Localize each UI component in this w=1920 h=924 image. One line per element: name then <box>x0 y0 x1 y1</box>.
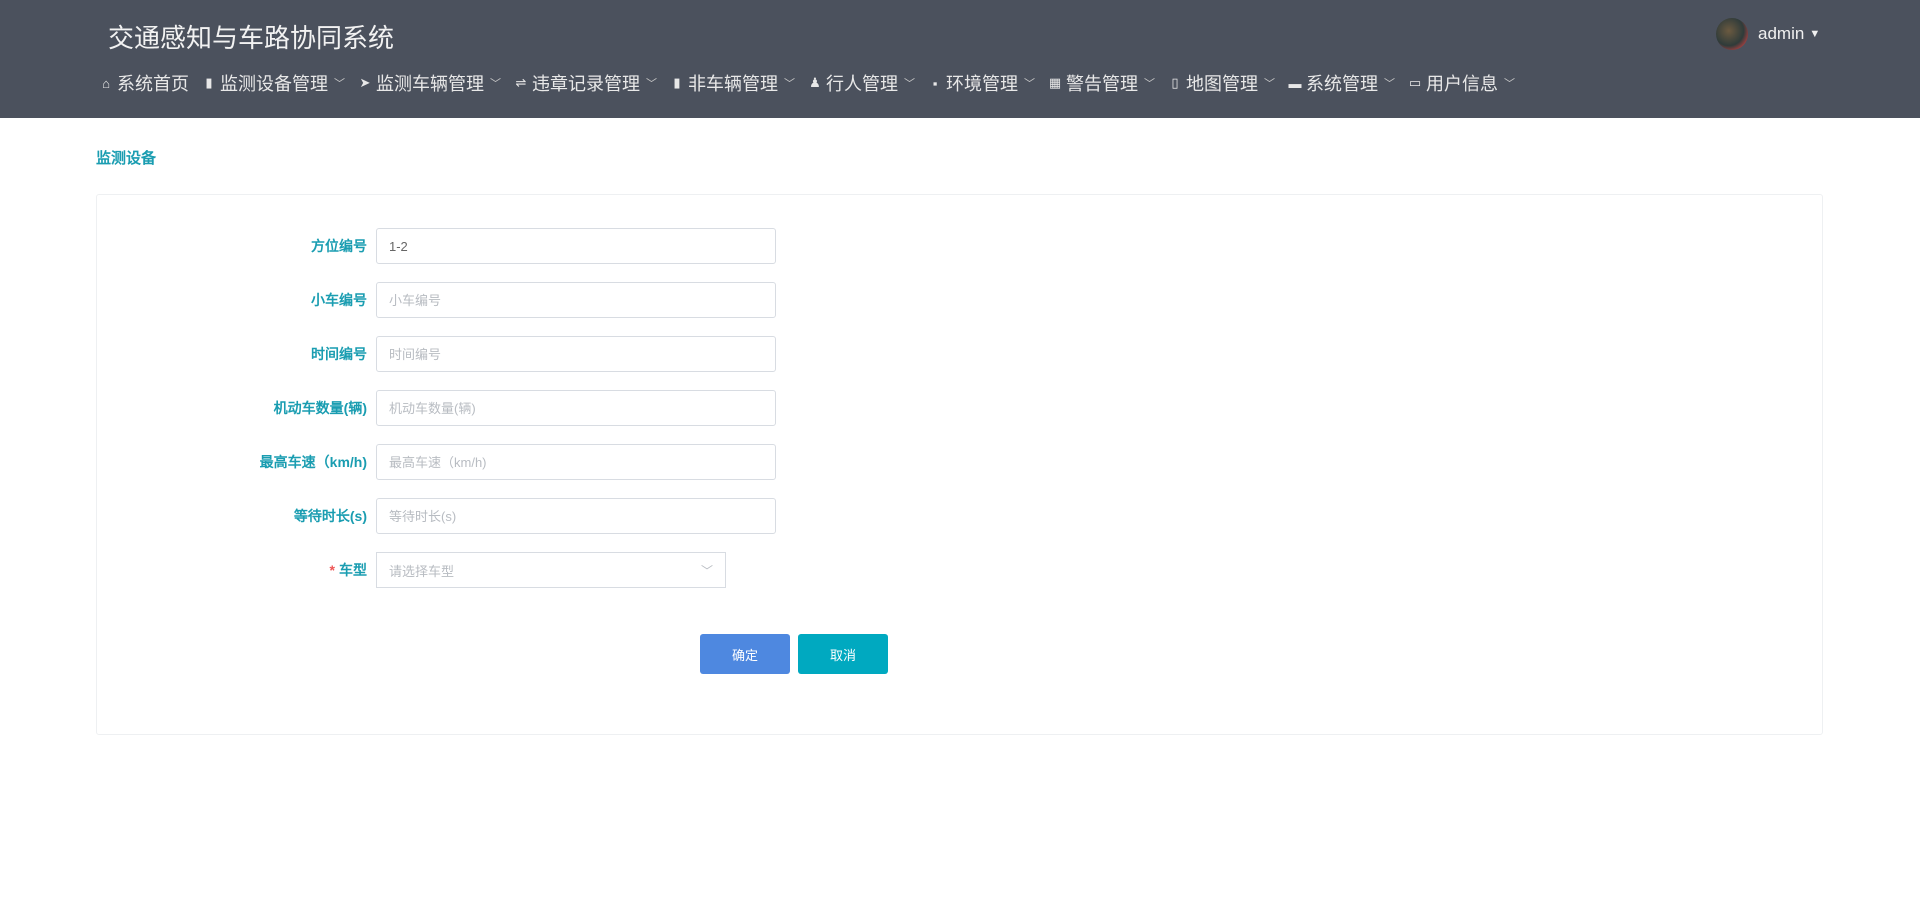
form-row: 小车编号 <box>97 282 776 318</box>
form-row: 时间编号 <box>97 336 776 372</box>
nav-icon: ♟ <box>809 75 821 90</box>
nav-icon: ▮ <box>205 75 213 90</box>
chevron-down-icon: ﹀ <box>490 78 501 90</box>
top-header: 交通感知与车路协同系统 admin ▼ ⌂ 系统首页 ▮ 监测设备管理 ﹀ ➤ 监测车辆管理… <box>0 0 1920 118</box>
field-label: 最高车速（km/h) <box>259 454 367 470</box>
form-row: 等待时长(s) <box>97 498 776 534</box>
field-label: 机动车数量(辆) <box>273 400 367 416</box>
nav-label: 系统管理 <box>1306 74 1378 94</box>
confirm-button[interactable]: 确定 <box>700 634 790 674</box>
cancel-button[interactable]: 取消 <box>798 634 888 674</box>
nav-item-8[interactable]: ▯ 地图管理 ﹀ <box>1167 70 1275 96</box>
nav-label: 行人管理 <box>826 74 898 94</box>
user-menu[interactable]: admin ▼ <box>1716 18 1820 50</box>
app-title: 交通感知与车路协同系统 <box>108 23 395 53</box>
field-input[interactable] <box>376 444 776 480</box>
chevron-down-icon: ﹀ <box>784 78 795 90</box>
form-row: 方位编号 <box>97 228 776 264</box>
username: admin <box>1758 24 1805 43</box>
nav-label: 系统首页 <box>117 74 189 94</box>
nav-item-2[interactable]: ➤ 监测车辆管理 ﹀ <box>357 70 501 96</box>
form-row-vehicle-type: * 车型 请选择车型 ﹀ <box>97 552 726 588</box>
nav-item-3[interactable]: ⇌ 违章记录管理 ﹀ <box>513 70 657 96</box>
field-label: 时间编号 <box>311 346 367 362</box>
nav-icon: ▯ <box>1171 75 1179 90</box>
field-input[interactable] <box>376 336 776 372</box>
nav-item-9[interactable]: ▬ 系统管理 ﹀ <box>1287 70 1396 96</box>
select-placeholder: 请选择车型 <box>389 563 455 579</box>
nav-label: 环境管理 <box>946 74 1018 94</box>
form-row: 最高车速（km/h) <box>97 444 776 480</box>
nav-item-0[interactable]: ⌂ 系统首页 <box>98 70 189 96</box>
field-input[interactable] <box>376 498 776 534</box>
chevron-down-icon: ﹀ <box>700 563 713 578</box>
caret-down-icon: ▼ <box>1809 28 1821 40</box>
nav-icon: ▪ <box>932 75 938 91</box>
required-mark: * <box>329 562 335 578</box>
field-label: 小车编号 <box>311 292 367 308</box>
chevron-down-icon: ﹀ <box>904 78 915 90</box>
nav-icon: ➤ <box>359 75 371 90</box>
form-row: 机动车数量(辆) <box>97 390 776 426</box>
page-title: 监测设备 <box>96 150 157 167</box>
nav-label: 监测设备管理 <box>220 74 328 94</box>
nav-icon: ▭ <box>1408 75 1422 90</box>
nav-label: 地图管理 <box>1186 74 1258 94</box>
nav-label: 违章记录管理 <box>532 74 640 94</box>
nav-icon: ▮ <box>673 75 681 90</box>
nav-item-4[interactable]: ▮ 非车辆管理 ﹀ <box>669 70 795 96</box>
chevron-down-icon: ﹀ <box>334 78 345 90</box>
nav-label: 非车辆管理 <box>688 74 778 94</box>
chevron-down-icon: ﹀ <box>1144 78 1155 90</box>
main-nav: ⌂ 系统首页 ▮ 监测设备管理 ﹀ ➤ 监测车辆管理 ﹀ ⇌ 违章记录管理 ﹀ ▮ 非车辆管理 ﹀ ♟ 行人管… <box>98 70 1527 96</box>
avatar <box>1716 18 1748 50</box>
chevron-down-icon: ﹀ <box>646 78 657 90</box>
field-input[interactable] <box>376 228 776 264</box>
nav-label: 用户信息 <box>1426 74 1498 94</box>
field-label: * 车型 <box>97 560 376 580</box>
chevron-down-icon: ﹀ <box>1024 78 1035 90</box>
field-input[interactable] <box>376 282 776 318</box>
form-card: *车型 请选择车型 ﹀ 确定 取消 方位编号小车编号时间编号机动车数量(辆) 最高… <box>96 194 1823 735</box>
chevron-down-icon: ﹀ <box>1264 78 1275 90</box>
nav-icon: ▦ <box>1048 75 1062 90</box>
nav-label: 警告管理 <box>1066 74 1138 94</box>
nav-item-10[interactable]: ▭ 用户信息 ﹀ <box>1407 70 1515 96</box>
field-label: 等待时长(s) <box>293 508 367 524</box>
chevron-down-icon: ﹀ <box>1384 78 1395 90</box>
select-label-text: 车型 <box>339 562 367 578</box>
nav-label: 监测车辆管理 <box>376 74 484 94</box>
chevron-down-icon: ﹀ <box>1504 78 1515 90</box>
nav-icon: ⇌ <box>515 75 527 90</box>
nav-item-5[interactable]: ♟ 行人管理 ﹀ <box>807 70 915 96</box>
nav-item-6[interactable]: ▪ 环境管理 ﹀ <box>927 70 1035 96</box>
nav-icon: ▬ <box>1288 75 1302 91</box>
nav-icon: ⌂ <box>102 75 110 91</box>
vehicle-type-select[interactable]: 请选择车型 ﹀ <box>376 552 726 588</box>
field-input[interactable] <box>376 390 776 426</box>
nav-item-1[interactable]: ▮ 监测设备管理 ﹀ <box>201 70 345 96</box>
field-label: 方位编号 <box>311 238 367 254</box>
nav-item-7[interactable]: ▦ 警告管理 ﹀ <box>1047 70 1155 96</box>
